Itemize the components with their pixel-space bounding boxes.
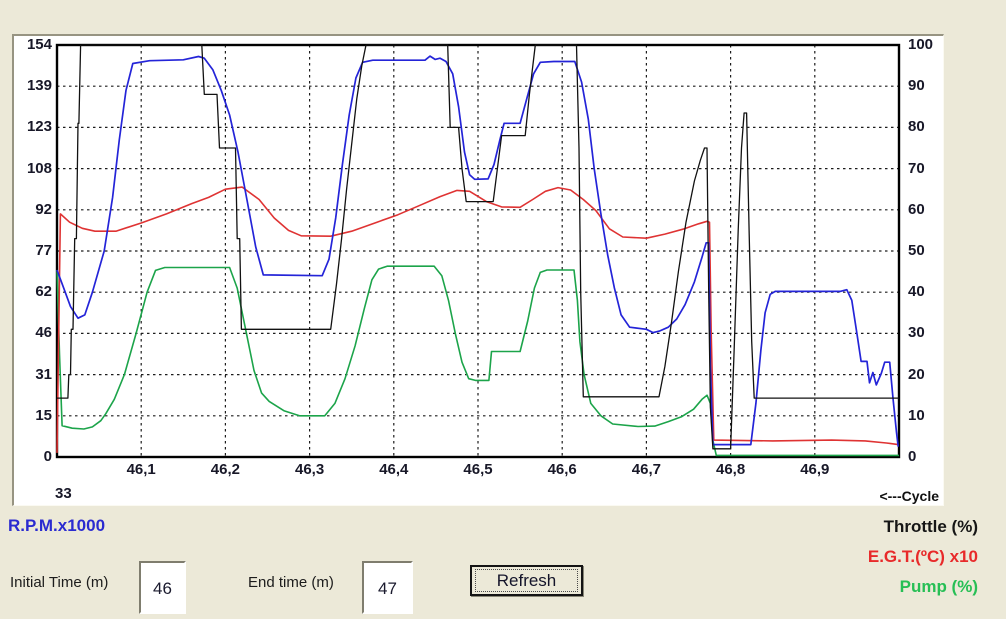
initial-time-input[interactable] — [139, 561, 186, 614]
axis-tick-label: 40 — [908, 283, 950, 301]
axis-tick-label: 77 — [0, 242, 52, 260]
cycle-axis-label: <---Cycle — [879, 488, 939, 504]
axis-tick-label: 46,1 — [111, 461, 171, 479]
axis-tick-label: 70 — [908, 160, 950, 178]
axis-tick-label: 10 — [908, 407, 950, 425]
axis-tick-label: 46,7 — [616, 461, 676, 479]
refresh-button-focus-rect: Refresh — [475, 569, 578, 592]
axis-tick-label: 123 — [0, 118, 52, 136]
legend-pump: Pump (%) — [900, 577, 978, 597]
initial-time-label: Initial Time (m) — [10, 574, 108, 591]
axis-tick-label: 46,4 — [364, 461, 424, 479]
axis-tick-label: 15 — [0, 407, 52, 425]
axis-tick-label: 100 — [908, 36, 950, 54]
app-window: 0 15 31 46 62 77 92 108 123 139 154 0 10 20 30 40 50 60 70… — [0, 0, 1006, 619]
axis-tick-label: 62 — [0, 283, 52, 301]
legend-egt: E.G.T.(ºC) x10 — [868, 547, 978, 567]
axis-tick-label: 154 — [0, 36, 52, 54]
axis-tick-label: 139 — [0, 77, 52, 95]
start-cycle-label: 33 — [55, 485, 72, 502]
axis-tick-label: 30 — [908, 324, 950, 342]
axis-tick-label: 90 — [908, 77, 950, 95]
axis-tick-label: 46 — [0, 324, 52, 342]
axis-tick-label: 31 — [0, 366, 52, 384]
axis-tick-label: 46,8 — [701, 461, 761, 479]
axis-tick-label: 0 — [0, 448, 52, 466]
axis-tick-label: 80 — [908, 118, 950, 136]
axis-tick-label: 60 — [908, 201, 950, 219]
axis-tick-label: 46,2 — [195, 461, 255, 479]
axis-tick-label: 0 — [908, 448, 950, 466]
axis-tick-label: 108 — [0, 160, 52, 178]
axis-tick-label: 46,6 — [532, 461, 592, 479]
legend-rpm: R.P.M.x1000 — [8, 516, 105, 536]
axis-tick-label: 92 — [0, 201, 52, 219]
legend-throttle: Throttle (%) — [884, 517, 978, 537]
axis-tick-label: 46,5 — [448, 461, 508, 479]
refresh-button-label: Refresh — [497, 571, 557, 591]
axis-tick-label: 46,3 — [280, 461, 340, 479]
end-time-input[interactable] — [362, 561, 413, 614]
end-time-label: End time (m) — [248, 574, 334, 591]
refresh-button[interactable]: Refresh — [470, 565, 583, 596]
axis-tick-label: 20 — [908, 366, 950, 384]
axis-tick-label: 46,9 — [785, 461, 845, 479]
axis-tick-label: 50 — [908, 242, 950, 260]
chart-panel — [12, 34, 944, 506]
